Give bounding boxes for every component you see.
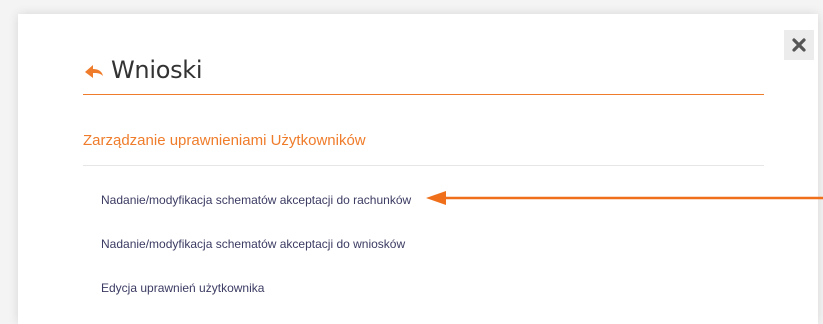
close-icon: [792, 38, 806, 52]
link-edit-user-permissions[interactable]: Edycja uprawnień użytkownika: [101, 281, 264, 295]
link-account-approval-schemes[interactable]: Nadanie/modyfikacja schematów akceptacji…: [101, 193, 411, 207]
page-title: Wnioski: [111, 56, 203, 84]
title-divider: [83, 94, 764, 95]
pointer-arrow-icon: [426, 191, 823, 205]
close-button[interactable]: [784, 30, 814, 60]
header: Wnioski: [83, 52, 203, 88]
section-heading: Zarządzanie uprawnieniami Użytkowników: [83, 132, 366, 149]
back-arrow-icon[interactable]: [83, 59, 105, 81]
section-divider: [83, 165, 764, 166]
link-request-approval-schemes[interactable]: Nadanie/modyfikacja schematów akceptacji…: [101, 237, 405, 251]
